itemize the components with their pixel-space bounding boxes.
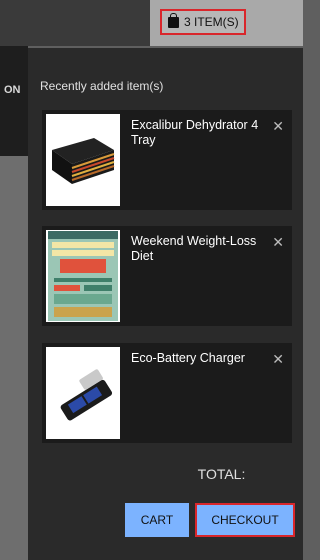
- minicart-item-name[interactable]: Weekend Weight-Loss Diet: [131, 234, 271, 264]
- cart-count-button[interactable]: 3 ITEM(S): [160, 9, 246, 35]
- background-nav: [0, 46, 28, 156]
- minicart-item-name[interactable]: Eco-Battery Charger: [131, 351, 271, 366]
- remove-item-icon[interactable]: ✕: [272, 351, 284, 368]
- minicart-item: Weekend Weight-Loss Diet ✕: [42, 226, 292, 326]
- background-page: [0, 156, 28, 560]
- minicart-item: Excalibur Dehydrator 4 Tray ✕: [42, 110, 292, 210]
- remove-item-icon[interactable]: ✕: [272, 234, 284, 251]
- minicart-item-name[interactable]: Excalibur Dehydrator 4 Tray: [131, 118, 271, 148]
- minicart-heading: Recently added item(s): [40, 79, 164, 93]
- food-dehydrator-image[interactable]: [46, 114, 120, 206]
- remove-item-icon[interactable]: ✕: [272, 118, 284, 135]
- minicart-dropdown: Recently added item(s) Excalibur Dehydra…: [28, 48, 303, 560]
- shopping-bag-icon: [168, 12, 179, 28]
- minicart-item: Eco-Battery Charger ✕: [42, 343, 292, 443]
- checkout-button[interactable]: CHECKOUT: [195, 503, 295, 537]
- cart-count-label: 3 ITEM(S): [184, 15, 239, 29]
- background-nav-label: ON: [4, 84, 21, 96]
- cart-button[interactable]: CART: [125, 503, 189, 537]
- book-cover-image[interactable]: [46, 230, 120, 322]
- battery-charger-image[interactable]: [46, 347, 120, 439]
- total-label: TOTAL:: [197, 466, 246, 482]
